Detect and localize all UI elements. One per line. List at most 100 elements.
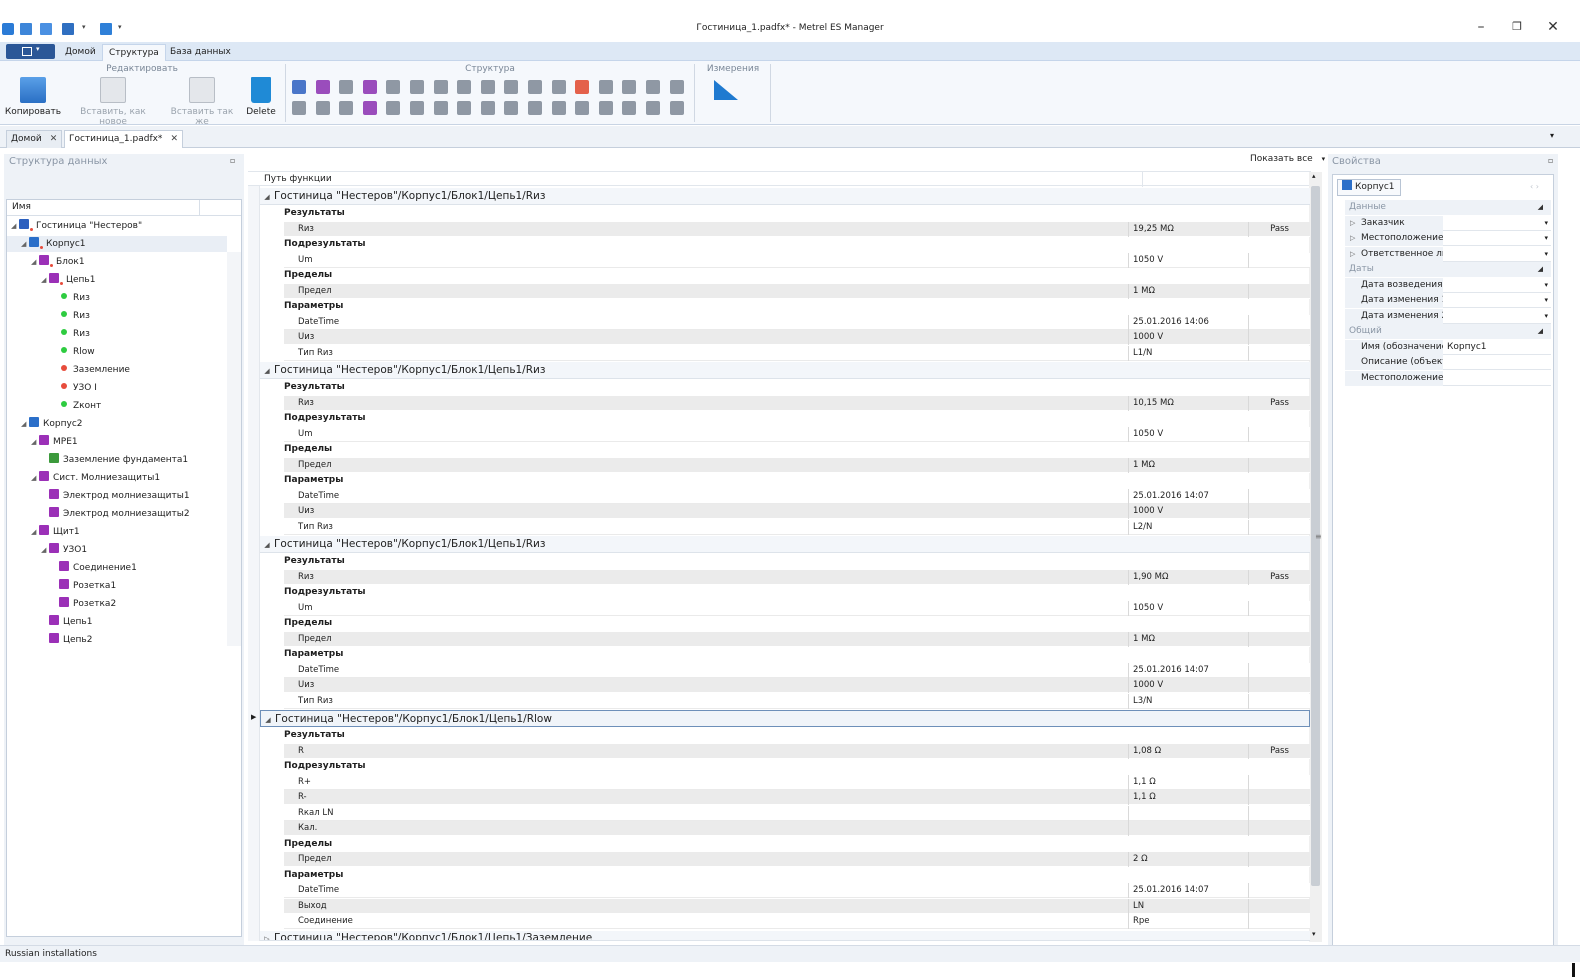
structure-element-icon[interactable] xyxy=(410,80,424,94)
tree-node[interactable]: ◢ Щит1 xyxy=(7,524,227,540)
table-row[interactable]: DateTime 25.01.2016 14:06 xyxy=(284,314,1310,330)
property-row[interactable]: Дата изменения 1 (▾ xyxy=(1345,293,1551,308)
tree-node[interactable]: Zконт xyxy=(7,398,227,414)
table-row[interactable]: R 1,08 Ω Pass xyxy=(284,743,1310,759)
tree-node[interactable]: ◢ Корпус1 xyxy=(7,236,227,252)
structure-element-icon[interactable] xyxy=(646,101,660,115)
tab-home[interactable]: Домой xyxy=(59,44,102,61)
tree-node[interactable]: Rиз xyxy=(7,290,227,306)
property-row[interactable]: Дата возведения ▾ xyxy=(1345,277,1551,293)
expand-toggle-icon[interactable]: ◢ xyxy=(21,236,29,252)
structure-element-icon[interactable] xyxy=(339,101,354,115)
close-icon[interactable]: ✕ xyxy=(50,134,58,144)
structure-element-icon[interactable] xyxy=(410,101,424,115)
structure-tree[interactable]: Имя ◢ Гостиница "Нестеров" ◢ Корпус1 ◢ Блок1 ◢… xyxy=(6,199,242,937)
table-row[interactable]: Предел 1 MΩ xyxy=(284,283,1310,299)
structure-element-icon[interactable] xyxy=(480,101,495,115)
table-row[interactable]: Um 1050 V xyxy=(284,426,1310,442)
structure-element-icon[interactable] xyxy=(646,80,660,94)
expand-toggle-icon[interactable]: ◢ xyxy=(21,416,29,432)
property-row[interactable]: Описание (объекта xyxy=(1345,355,1551,370)
structure-element-icon[interactable] xyxy=(504,80,519,94)
structure-element-icon[interactable] xyxy=(622,80,637,94)
structure-element-icon[interactable] xyxy=(433,101,448,115)
structure-element-icon[interactable] xyxy=(386,80,401,94)
collapse-icon[interactable]: ◢ xyxy=(1538,200,1543,215)
table-row[interactable]: Предел 1 MΩ xyxy=(284,631,1310,647)
tree-node[interactable]: ◢ Корпус2 xyxy=(7,416,227,432)
table-row[interactable]: DateTime 25.01.2016 14:07 xyxy=(284,662,1310,678)
splitter-grip-icon[interactable]: ≡ xyxy=(1315,532,1322,541)
expand-icon[interactable]: ▷ xyxy=(1350,216,1355,231)
chevron-down-icon[interactable]: ▾ xyxy=(1544,293,1548,308)
property-value[interactable] xyxy=(1445,309,1551,324)
show-all-dropdown[interactable]: Показать все ▾ xyxy=(1250,154,1325,164)
property-category[interactable]: Общий ◢ xyxy=(1345,324,1551,339)
tree-node[interactable]: ◢ Сист. Молниезащиты1 xyxy=(7,470,227,486)
expand-toggle-icon[interactable]: ◢ xyxy=(31,470,39,486)
collapse-icon[interactable]: ◢ xyxy=(260,189,274,206)
chevron-down-icon[interactable]: ▾ xyxy=(1544,278,1548,293)
chevron-down-icon[interactable]: ▾ xyxy=(1544,231,1548,246)
structure-element-icon[interactable] xyxy=(433,80,448,94)
property-value[interactable] xyxy=(1445,371,1551,386)
table-row[interactable]: Rиз 1,90 MΩ Pass xyxy=(284,569,1310,585)
property-value[interactable] xyxy=(1445,216,1551,231)
table-row[interactable]: Uиз 1000 V xyxy=(284,330,1310,345)
tab-database[interactable]: База данных xyxy=(164,44,237,61)
structure-element-icon[interactable] xyxy=(504,101,519,115)
tree-node[interactable]: Розетка2 xyxy=(7,596,227,612)
chevron-down-icon[interactable]: ▾ xyxy=(1544,216,1548,231)
measurement-icon[interactable] xyxy=(714,80,738,100)
object-selector[interactable]: Корпус1 xyxy=(1337,179,1401,196)
property-row[interactable]: Имя (обозначение) Корпус1 xyxy=(1345,339,1551,355)
table-row[interactable]: Тип Rиз L2/N xyxy=(284,519,1310,535)
tree-node[interactable]: Соединение1 xyxy=(7,560,227,576)
tree-node[interactable]: Rlow xyxy=(7,344,227,360)
table-row[interactable]: Кал. xyxy=(284,821,1310,836)
table-row[interactable]: Предел 2 Ω xyxy=(284,852,1310,867)
chevron-down-icon[interactable]: ▾ xyxy=(1544,309,1548,324)
structure-element-icon[interactable] xyxy=(292,101,306,115)
table-row[interactable]: Предел 1 MΩ xyxy=(284,457,1310,473)
copy-button[interactable]: Копировать xyxy=(4,77,62,117)
vertical-scrollbar[interactable]: ▴ ▾ xyxy=(1309,172,1322,942)
structure-element-icon[interactable] xyxy=(575,80,590,94)
structure-element-icon[interactable] xyxy=(480,80,495,94)
collapse-icon[interactable]: ◢ xyxy=(260,363,274,380)
result-group-header[interactable]: ▷ Гостиница "Нестеров"/Корпус1/Блок1/Цепь… xyxy=(260,930,1310,941)
structure-element-icon[interactable] xyxy=(457,101,472,115)
table-row[interactable]: R+ 1,1 Ω xyxy=(284,774,1310,790)
expand-icon[interactable]: ▷ xyxy=(1350,231,1355,246)
expand-toggle-icon[interactable]: ◢ xyxy=(11,218,19,234)
restore-button[interactable]: ❐ xyxy=(1510,20,1524,34)
structure-element-icon[interactable] xyxy=(362,101,377,115)
result-group-header[interactable]: ◢ Гостиница "Нестеров"/Корпус1/Блок1/Цепь… xyxy=(260,188,1310,205)
structure-element-icon[interactable] xyxy=(551,80,566,94)
table-row[interactable]: Rиз 19,25 MΩ Pass xyxy=(284,221,1310,237)
doc-tab-file[interactable]: Гостиница_1.padfx* ✕ xyxy=(64,130,183,148)
table-row[interactable]: Rиз 10,15 MΩ Pass xyxy=(284,395,1310,411)
table-row[interactable]: DateTime 25.01.2016 14:07 xyxy=(284,488,1310,504)
result-group-header[interactable]: ◢ Гостиница "Нестеров"/Корпус1/Блок1/Цепь… xyxy=(260,362,1310,379)
structure-element-icon[interactable] xyxy=(551,101,566,115)
nav-arrows-icon[interactable]: ‹ › xyxy=(1530,182,1539,191)
table-row[interactable]: Выход LN xyxy=(284,898,1310,914)
scroll-up-icon[interactable]: ▴ xyxy=(1312,172,1316,180)
property-value[interactable] xyxy=(1445,355,1551,370)
scroll-down-icon[interactable]: ▾ xyxy=(1312,930,1316,938)
minimize-button[interactable]: – xyxy=(1474,20,1488,34)
table-row[interactable]: DateTime 25.01.2016 14:07 xyxy=(284,883,1310,898)
structure-element-icon[interactable] xyxy=(528,80,542,94)
table-row[interactable]: Соединение Rpe xyxy=(284,914,1310,929)
tree-node[interactable]: Rиз xyxy=(7,308,227,324)
tree-node[interactable]: Цепь2 xyxy=(7,632,227,648)
tree-node[interactable]: Заземление xyxy=(7,362,227,378)
property-category[interactable]: Даты ◢ xyxy=(1345,262,1551,277)
doc-tab-home[interactable]: Домой ✕ xyxy=(6,130,63,148)
tree-node[interactable]: ◢ Гостиница "Нестеров" xyxy=(7,218,227,234)
expand-toggle-icon[interactable]: ◢ xyxy=(41,542,49,558)
expand-toggle-icon[interactable]: ◢ xyxy=(41,272,49,288)
tree-node[interactable]: Rиз xyxy=(7,326,227,342)
table-row[interactable]: Um 1050 V xyxy=(284,252,1310,268)
